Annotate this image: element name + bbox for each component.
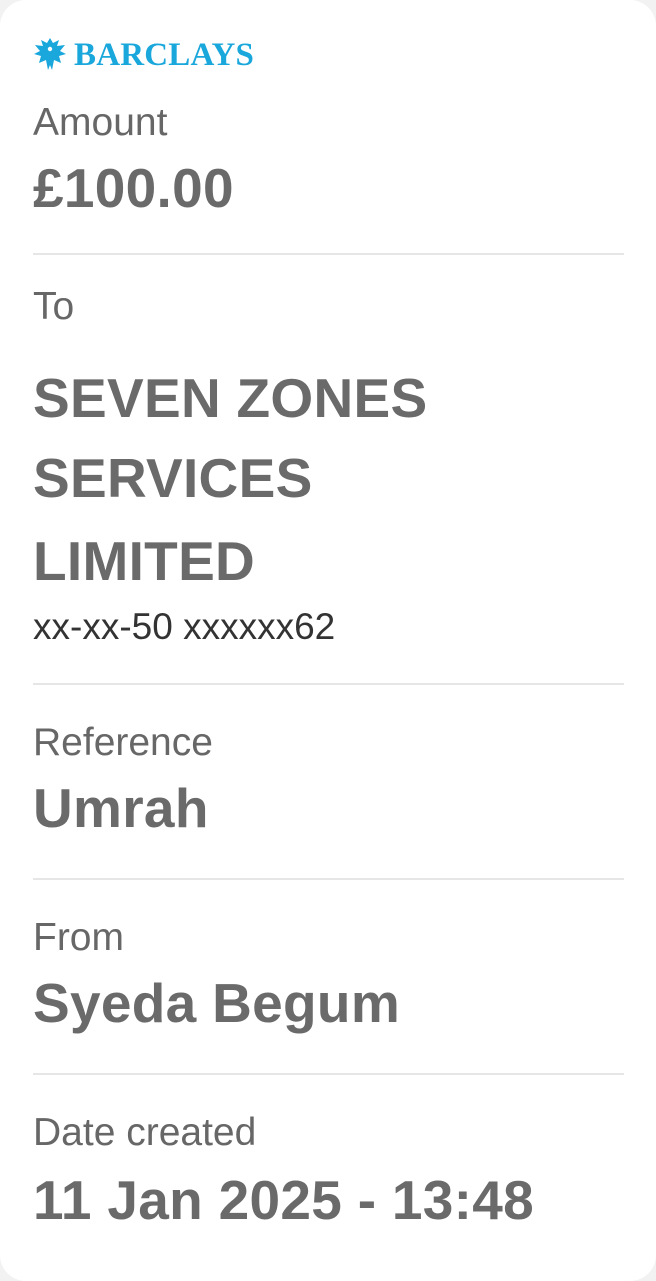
payee-name-line1: SEVEN ZONES SERVICES xyxy=(33,367,428,509)
date-created-label: Date created xyxy=(33,1111,257,1154)
divider xyxy=(33,253,624,255)
to-label: To xyxy=(33,285,75,328)
brand-header: BARCLAYS xyxy=(33,37,624,73)
from-value: Syeda Begum xyxy=(33,972,401,1034)
reference-label: Reference xyxy=(33,721,213,764)
divider xyxy=(33,1073,624,1075)
date-created-section: Date created 11 Jan 2025 - 13:48 xyxy=(33,1109,624,1240)
from-label: From xyxy=(33,916,124,959)
from-section: From Syeda Begum xyxy=(33,914,624,1043)
amount-section: Amount £100.00 xyxy=(33,99,624,228)
divider xyxy=(33,683,624,685)
reference-section: Reference Umrah xyxy=(33,719,624,848)
to-section: To SEVEN ZONES SERVICES LIMITED xx-xx-50… xyxy=(33,283,624,651)
reference-value: Umrah xyxy=(33,777,209,839)
amount-label: Amount xyxy=(33,101,168,144)
amount-value: £100.00 xyxy=(33,157,234,219)
date-created-value: 11 Jan 2025 - 13:48 xyxy=(33,1169,535,1231)
divider xyxy=(33,878,624,880)
barclays-eagle-icon xyxy=(34,38,66,70)
payee-name-line2: LIMITED xyxy=(33,530,256,592)
brand-name: BARCLAYS xyxy=(74,37,255,73)
payment-details-card: BARCLAYS Amount £100.00 To SEVEN ZONES S… xyxy=(0,0,656,1281)
payee-account-number: xx-xx-50 xxxxxx62 xyxy=(33,606,336,647)
